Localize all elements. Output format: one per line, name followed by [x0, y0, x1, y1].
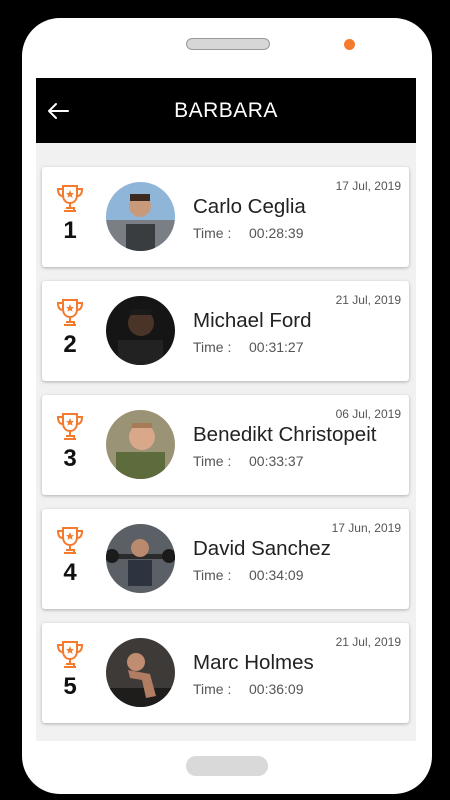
trophy-icon — [55, 411, 85, 443]
trophy-icon — [55, 183, 85, 215]
athlete-name: Marc Holmes — [193, 651, 314, 674]
leaderboard-card[interactable]: 1 Carlo Ceglia Time : 00:28:39 17 Jul, 2… — [42, 167, 409, 267]
time-value: 00:34:09 — [249, 567, 304, 583]
leaderboard-card[interactable]: 3 Benedikt Christopeit Time : 00:33:37 0… — [42, 395, 409, 495]
avatar — [106, 638, 175, 707]
avatar — [106, 296, 175, 365]
time-value: 00:33:37 — [249, 453, 304, 469]
date-text: 17 Jul, 2019 — [335, 179, 401, 193]
avatar — [106, 182, 175, 251]
avatar — [106, 410, 175, 479]
trophy-icon — [55, 639, 85, 671]
time-value: 00:31:27 — [249, 339, 304, 355]
rank-number: 3 — [63, 445, 77, 472]
athlete-name: David Sanchez — [193, 537, 331, 560]
athlete-name: Benedikt Christopeit — [193, 423, 377, 446]
athlete-name: Michael Ford — [193, 309, 312, 332]
speaker-grille — [186, 38, 270, 50]
rank-number: 2 — [63, 331, 77, 358]
trophy-icon — [55, 525, 85, 557]
date-text: 06 Jul, 2019 — [335, 407, 401, 421]
date-text: 21 Jul, 2019 — [335, 293, 401, 307]
avatar — [106, 524, 175, 593]
rank-number: 4 — [63, 559, 77, 586]
date-text: 21 Jul, 2019 — [335, 635, 401, 649]
time-label: Time : — [193, 453, 232, 469]
page-title: BARBARA — [174, 99, 278, 122]
rank-number: 5 — [63, 673, 77, 700]
leaderboard-card[interactable]: 4 David Sanchez Time : 00:34:09 17 Jun, … — [42, 509, 409, 609]
time-label: Time : — [193, 339, 232, 355]
time-label: Time : — [193, 567, 232, 583]
trophy-icon — [55, 297, 85, 329]
front-camera — [344, 39, 355, 50]
leaderboard-card[interactable]: 2 Michael Ford Time : 00:31:27 21 Jul, 2… — [42, 281, 409, 381]
time-label: Time : — [193, 681, 232, 697]
home-button[interactable] — [186, 756, 268, 776]
phone-frame: BARBARA 1 Carlo Ceglia Time: 00:28:39 1… — [22, 18, 432, 794]
time-value: 00:36:09 — [249, 681, 304, 697]
leaderboard-card[interactable]: 5 Marc Holmes Time : 00:36:09 21 Jul, 20… — [42, 623, 409, 723]
app-bar: BARBARA — [36, 78, 416, 143]
date-text: 17 Jun, 2019 — [331, 521, 401, 535]
app-screen: BARBARA 1 Carlo Ceglia Time: 00:28:39 1… — [36, 78, 416, 741]
time-label: Time : — [193, 225, 232, 241]
rank-number: 1 — [63, 217, 77, 244]
athlete-name: Carlo Ceglia — [193, 195, 306, 218]
time-value: 00:28:39 — [249, 225, 304, 241]
